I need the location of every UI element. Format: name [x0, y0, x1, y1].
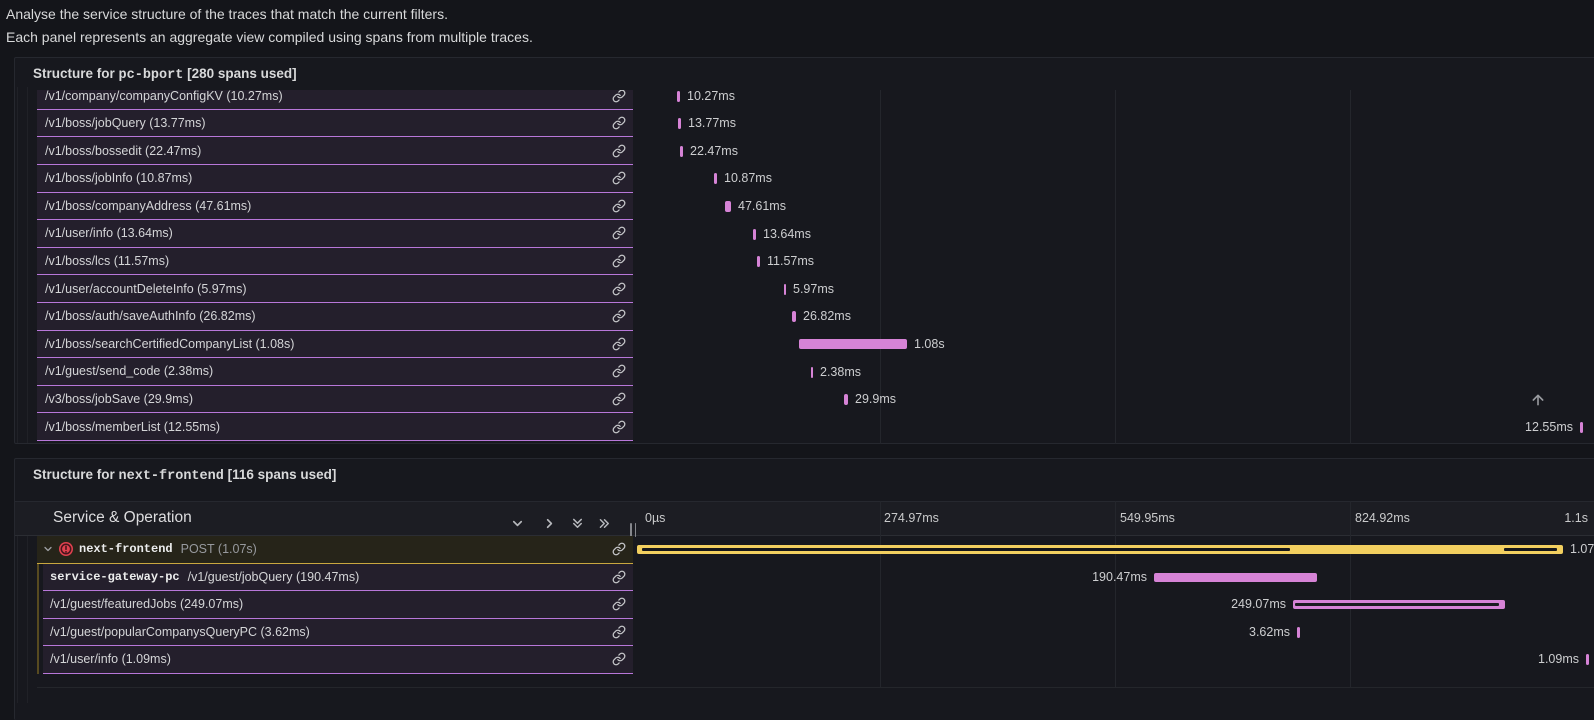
- span-duration-label: 10.87ms: [724, 170, 772, 187]
- span-duration-bar[interactable]: [1297, 627, 1300, 638]
- panel1-title-service: pc-bport: [119, 68, 184, 83]
- span-duration-label: 29.9ms: [855, 391, 896, 408]
- span-duration-bar[interactable]: [1586, 654, 1589, 665]
- span-duration-label: 10.27ms: [687, 90, 735, 105]
- next-frontend-timeline: 1.07s 190.47ms 249.07ms 3.62ms 1.09ms: [0, 536, 1594, 688]
- span-duration-label: 1.09ms: [1538, 651, 1579, 668]
- span-duration-bar[interactable]: [1580, 422, 1583, 433]
- panel1-title: Structure for pc-bport [280 spans used]: [33, 66, 297, 83]
- span-duration-label: 47.61ms: [738, 198, 786, 215]
- span-duration-label: 1.07s: [1570, 541, 1594, 558]
- span-duration-bar[interactable]: [757, 256, 760, 267]
- span-duration-label: 12.55ms: [1525, 419, 1573, 436]
- span-duration-label: 5.97ms: [793, 281, 834, 298]
- span-duration-label: 26.82ms: [803, 308, 851, 325]
- pc-bport-timeline: 10.27ms 13.77ms 22.47ms 10.87ms 47.61ms 13.64…: [0, 90, 1594, 444]
- child-time-stripe: [1504, 548, 1557, 551]
- grid-line: [1115, 90, 1116, 444]
- span-duration-bar[interactable]: [799, 339, 907, 349]
- span-duration-bar[interactable]: [1293, 600, 1505, 609]
- panel2-title-suffix: [116 spans used]: [224, 467, 337, 482]
- span-duration-bar[interactable]: [844, 394, 848, 405]
- span-duration-label: 1.08s: [914, 336, 945, 353]
- intro-line-1: Analyse the service structure of the tra…: [6, 3, 533, 26]
- arrow-up-icon: [1530, 392, 1546, 408]
- panel2-title: Structure for next-frontend [116 spans u…: [33, 467, 336, 484]
- panel1-title-suffix: [280 spans used]: [183, 66, 296, 81]
- scroll-to-top-button[interactable]: [1529, 391, 1547, 409]
- intro-line-2: Each panel represents an aggregate view …: [6, 26, 533, 49]
- span-duration-label: 13.64ms: [763, 226, 811, 243]
- span-duration-bar[interactable]: [680, 146, 683, 157]
- span-duration-bar[interactable]: [792, 311, 796, 322]
- child-time-stripe: [642, 548, 1290, 551]
- panel2-title-service: next-frontend: [119, 469, 224, 484]
- span-duration-bar[interactable]: [811, 367, 813, 378]
- span-duration-bar[interactable]: [725, 201, 731, 212]
- parent-span-bar[interactable]: [637, 545, 1563, 554]
- span-duration-label: 11.57ms: [767, 253, 814, 270]
- span-duration-bar[interactable]: [753, 229, 756, 240]
- span-duration-label: 22.47ms: [690, 143, 738, 160]
- trace-structure-page: Analyse the service structure of the tra…: [0, 0, 1594, 720]
- panel2-title-prefix: Structure for: [33, 467, 119, 482]
- span-duration-bar[interactable]: [678, 118, 681, 129]
- span-duration-label: 13.77ms: [688, 115, 736, 132]
- span-duration-bar[interactable]: [677, 91, 680, 102]
- span-duration-label: 3.62ms: [1249, 624, 1290, 641]
- intro-text: Analyse the service structure of the tra…: [6, 3, 533, 49]
- grid-line: [1350, 90, 1351, 444]
- panel1-title-prefix: Structure for: [33, 66, 119, 81]
- span-duration-label: 2.38ms: [820, 364, 861, 381]
- child-time-stripe: [1295, 603, 1499, 606]
- span-duration-bar[interactable]: [1154, 573, 1317, 582]
- span-duration-label: 190.47ms: [1092, 569, 1147, 586]
- span-duration-bar[interactable]: [784, 284, 786, 295]
- span-duration-label: 249.07ms: [1231, 596, 1286, 613]
- span-duration-bar[interactable]: [714, 173, 717, 184]
